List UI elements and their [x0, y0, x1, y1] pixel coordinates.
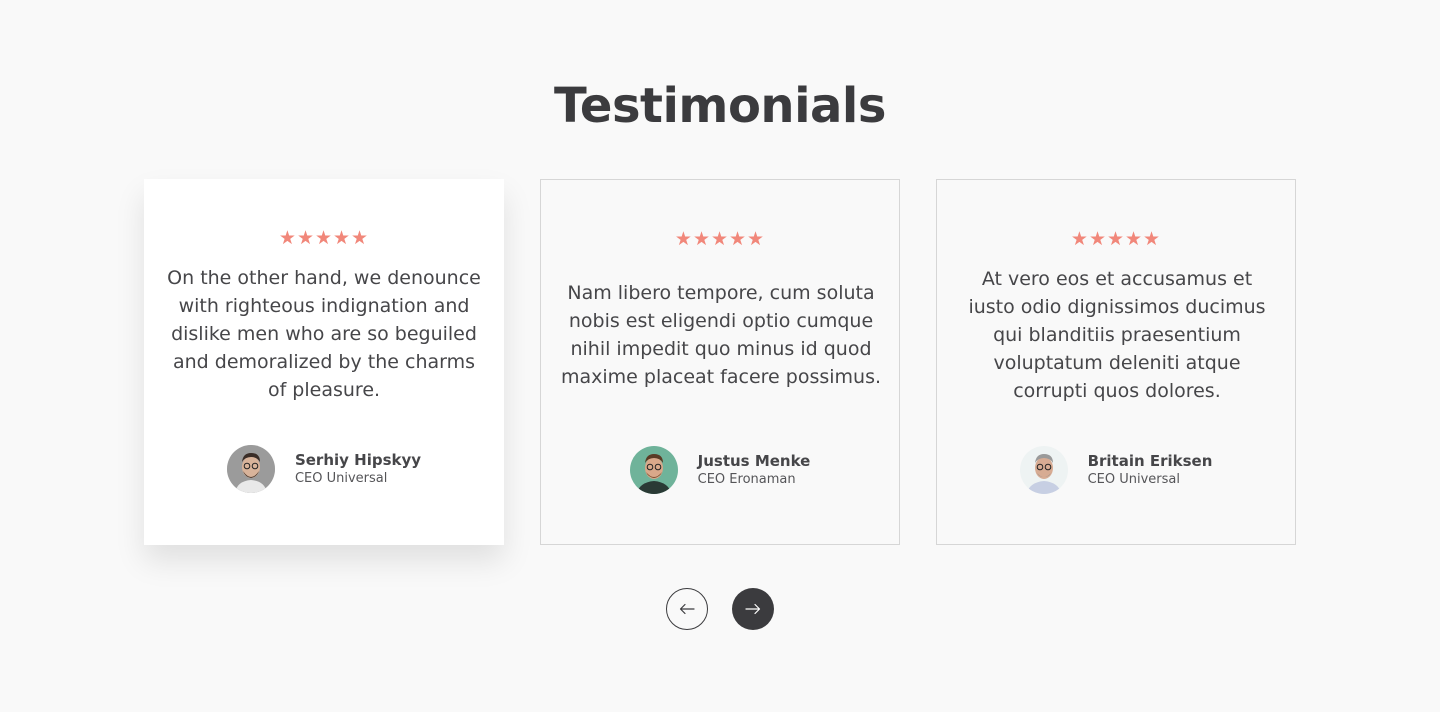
star-rating: ★★★★★: [674, 228, 766, 250]
arrow-right-icon: [745, 603, 761, 615]
avatar: [226, 445, 275, 493]
next-button[interactable]: [732, 588, 774, 630]
testimonial-card: ★★★★★ On the other hand, we denounce wit…: [144, 179, 504, 545]
testimonial-author: Justus Menke CEO Eronaman: [541, 446, 899, 494]
author-role: CEO Universal: [294, 471, 388, 486]
author-name: Justus Menke: [697, 452, 811, 470]
avatar: [629, 446, 678, 494]
testimonial-author: Britain Eriksen CEO Universal: [937, 446, 1295, 494]
testimonial-quote: Nam libero tempore, cum soluta nobis est…: [561, 282, 882, 388]
author-name: Britain Eriksen: [1087, 452, 1213, 470]
testimonial-card: ★★★★★ Nam libero tempore, cum soluta nob…: [540, 179, 900, 545]
avatar: [1019, 446, 1068, 494]
previous-button[interactable]: [666, 588, 708, 630]
star-rating: ★★★★★: [278, 227, 370, 249]
testimonial-quote: On the other hand, we denounce with righ…: [167, 267, 481, 401]
author-name: Serhiy Hipskyy: [294, 451, 422, 469]
author-role: CEO Eronaman: [697, 472, 796, 487]
author-role: CEO Universal: [1087, 472, 1180, 487]
testimonial-card: ★★★★★ At vero eos et accusamus et iusto …: [936, 179, 1296, 545]
section-title: Testimonials: [554, 78, 886, 134]
testimonial-quote: At vero eos et accusamus et iusto odio d…: [968, 268, 1266, 402]
arrow-left-icon: [679, 603, 695, 615]
testimonial-author: Serhiy Hipskyy CEO Universal: [144, 445, 504, 493]
star-rating: ★★★★★: [1070, 228, 1162, 250]
